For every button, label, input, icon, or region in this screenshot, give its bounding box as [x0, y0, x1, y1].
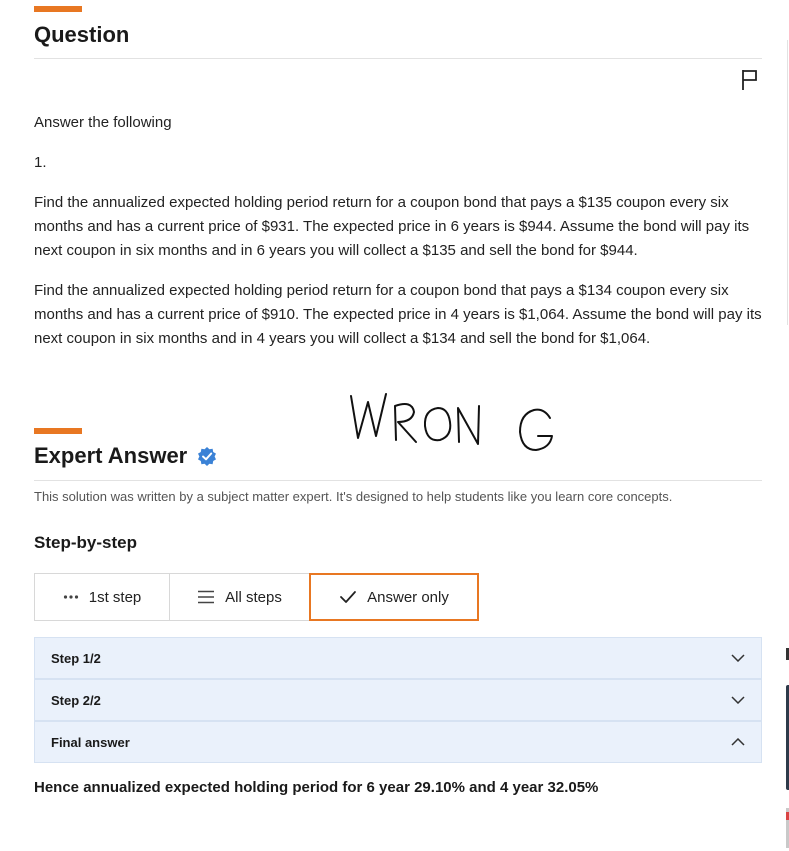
final-answer-text: Hence annualized expected holding period…	[34, 779, 599, 796]
expert-answer-note: This solution was written by a subject m…	[34, 489, 673, 504]
question-paragraph-1: Find the annualized expected holding per…	[34, 194, 750, 259]
question-divider	[34, 58, 762, 59]
flag-icon[interactable]	[740, 68, 760, 92]
steps-accordion: Step 1/2 Step 2/2 Final answer	[34, 637, 762, 763]
tab-1st-step-label: 1st step	[88, 588, 142, 606]
step-by-step-heading: Step-by-step	[34, 533, 137, 552]
expert-answer-title: Expert Answer	[34, 443, 188, 468]
accordion-step-1[interactable]: Step 1/2	[34, 637, 762, 679]
accordion-step-2-label: Step 2/2	[51, 692, 101, 708]
handwritten-wrong-annotation	[350, 393, 553, 451]
expert-answer-heading: Expert Answer	[34, 443, 217, 469]
question-number: 1.	[34, 154, 47, 171]
tab-1st-step[interactable]: 1st step	[34, 573, 170, 621]
expert-answer-accent-bar	[34, 428, 82, 434]
chevron-down-icon	[731, 654, 745, 662]
accordion-final-answer-label: Final answer	[51, 734, 130, 750]
tab-all-steps-label: All steps	[225, 588, 282, 606]
dots-icon	[63, 595, 78, 599]
question-intro: Answer the following	[34, 114, 172, 131]
answer-view-tabs: 1st step All steps Answer only	[34, 573, 479, 621]
list-lines-icon	[198, 590, 215, 604]
right-panel-edge	[787, 40, 788, 325]
chevron-down-icon	[731, 696, 745, 704]
question-paragraph-2: Find the annualized expected holding per…	[34, 282, 762, 347]
tab-answer-only-label: Answer only	[367, 588, 449, 606]
expert-answer-divider	[34, 480, 762, 481]
verified-badge-icon	[198, 447, 217, 466]
accordion-step-1-label: Step 1/2	[51, 650, 101, 666]
chevron-up-icon	[731, 738, 745, 746]
tab-all-steps[interactable]: All steps	[169, 573, 310, 621]
question-heading: Question	[34, 22, 130, 47]
accordion-final-answer[interactable]: Final answer	[34, 721, 762, 763]
accordion-step-2[interactable]: Step 2/2	[34, 679, 762, 721]
tab-answer-only[interactable]: Answer only	[309, 573, 479, 621]
checkmark-icon	[340, 591, 357, 603]
question-accent-bar	[34, 6, 82, 12]
